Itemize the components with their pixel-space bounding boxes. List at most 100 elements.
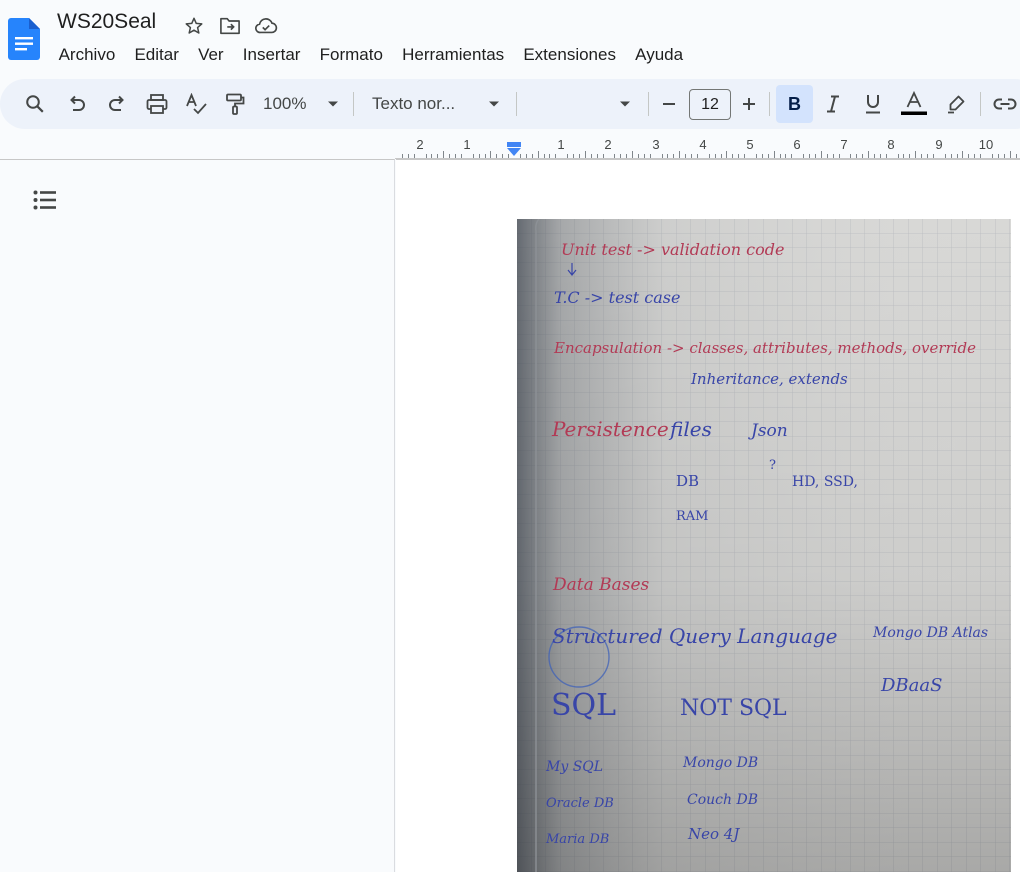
ruler-label: 2 — [604, 137, 612, 152]
decrease-font-size-icon[interactable] — [658, 79, 680, 129]
handwriting-line: files — [668, 417, 712, 441]
zoom-select[interactable]: 100% — [263, 79, 315, 129]
print-icon[interactable] — [144, 79, 170, 129]
ruler-tick — [950, 154, 952, 158]
cloud-saved-icon[interactable] — [254, 14, 278, 38]
ruler-tick — [903, 154, 905, 158]
ruler-tick — [974, 154, 976, 158]
ruler-tick — [885, 154, 887, 158]
move-folder-icon[interactable] — [218, 14, 242, 38]
ruler-tick — [991, 154, 993, 158]
highlight-color-icon[interactable] — [944, 79, 968, 129]
font-size-input[interactable]: 12 — [689, 89, 731, 120]
ruler-tick — [691, 154, 692, 158]
ruler-tick — [761, 154, 763, 158]
ruler-tick — [685, 154, 687, 158]
ruler-tick — [679, 151, 681, 158]
handwriting-line: Oracle DB — [546, 796, 614, 811]
menu-herramientas[interactable]: Herramientas — [393, 43, 514, 67]
ruler-label: 1 — [463, 137, 471, 152]
handwriting-line: DBaaS — [880, 675, 942, 696]
ruler-tick — [1009, 151, 1011, 158]
handwriting-line: Neo 4J — [687, 825, 740, 843]
ruler-tick — [602, 154, 604, 158]
ruler-tick — [455, 154, 456, 158]
ruler-tick — [413, 154, 415, 158]
ruler-tick — [484, 154, 486, 158]
menu-archivo[interactable]: Archivo — [49, 43, 125, 67]
menu-ver[interactable]: Ver — [188, 43, 233, 67]
ruler-tick — [478, 154, 480, 158]
font-family-dropdown-icon[interactable] — [617, 79, 633, 129]
menu-extensiones[interactable]: Extensiones — [514, 43, 626, 67]
ruler-tick — [962, 151, 964, 158]
menu-formato[interactable]: Formato — [310, 43, 392, 67]
ruler-tick — [637, 154, 639, 158]
increase-font-size-icon[interactable] — [738, 79, 760, 129]
underline-icon[interactable] — [862, 79, 884, 129]
ruler-tick — [714, 154, 716, 158]
ruler-tick — [738, 154, 740, 158]
paragraph-style-dropdown-icon[interactable] — [486, 79, 502, 129]
document-title[interactable]: WS20Seal — [57, 10, 156, 34]
ruler-tick — [809, 154, 810, 158]
ruler-tick — [744, 154, 746, 158]
ruler-tick — [862, 154, 864, 158]
italic-icon[interactable] — [822, 79, 844, 129]
ruler-tick — [578, 154, 580, 158]
ruler-tick — [626, 154, 628, 158]
horizontal-ruler[interactable]: 2 1 1 2 3 4 5 6 7 8 9 10 — [395, 135, 1020, 159]
handwriting-line: ? — [769, 458, 776, 473]
toolbar-divider — [353, 92, 354, 116]
notebook-photo[interactable]: Unit test -> validation code T.C -> test… — [517, 219, 1011, 872]
ruler-tick — [779, 154, 781, 158]
ruler-tick — [584, 151, 586, 158]
ruler-tick — [708, 154, 710, 158]
text-color-icon[interactable] — [899, 79, 929, 129]
handwriting-line: HD, SSD, — [792, 474, 858, 490]
zoom-dropdown-icon[interactable] — [325, 79, 341, 129]
paragraph-style-select[interactable]: Texto nor... — [372, 79, 472, 129]
ruler-label: 10 — [978, 137, 994, 152]
ruler-tick — [567, 154, 569, 158]
ruler-tick — [767, 154, 769, 158]
bold-button[interactable]: B — [776, 85, 813, 123]
ruler-tick — [496, 154, 498, 158]
toolbar-divider — [980, 92, 981, 116]
handwriting-line: Json — [748, 421, 788, 441]
ruler-tick — [490, 151, 492, 158]
zoom-value: 100% — [263, 94, 307, 113]
font-family-select[interactable] — [530, 79, 610, 129]
insert-link-icon[interactable] — [992, 79, 1018, 129]
docs-logo-icon[interactable] — [8, 18, 40, 60]
paint-format-icon[interactable] — [222, 79, 248, 129]
ruler-label: 8 — [887, 137, 895, 152]
handwriting-line: SQL — [551, 688, 616, 723]
indent-marker-icon[interactable] — [506, 142, 522, 156]
ruler-tick — [968, 154, 970, 158]
menu-bar: Archivo Editar Ver Insertar Formato Herr… — [49, 43, 693, 67]
ruler-tick — [720, 154, 722, 158]
star-icon[interactable] — [182, 14, 206, 38]
spellcheck-icon[interactable] — [183, 79, 209, 129]
ruler-tick — [944, 154, 946, 158]
outline-list-icon[interactable] — [32, 189, 58, 211]
ruler-tick — [838, 154, 840, 158]
ruler-baseline — [395, 158, 1020, 159]
search-menus-icon[interactable] — [22, 79, 48, 129]
ruler-tick — [726, 151, 728, 158]
redo-icon[interactable] — [104, 79, 130, 129]
ruler-tick — [537, 151, 539, 158]
menu-editar[interactable]: Editar — [125, 43, 189, 67]
menu-ayuda[interactable]: Ayuda — [626, 43, 693, 67]
handwriting-line: NOT SQL — [680, 696, 787, 721]
handwriting-line: Unit test -> validation code — [561, 240, 784, 259]
ruler-tick — [850, 154, 852, 158]
ruler-tick — [785, 154, 787, 158]
ruler-tick — [1003, 154, 1005, 158]
handwriting-line: Couch DB — [687, 792, 758, 808]
menu-insertar[interactable]: Insertar — [233, 43, 310, 67]
ruler-tick — [443, 151, 445, 158]
undo-icon[interactable] — [64, 79, 90, 129]
ruler-tick — [773, 151, 775, 158]
